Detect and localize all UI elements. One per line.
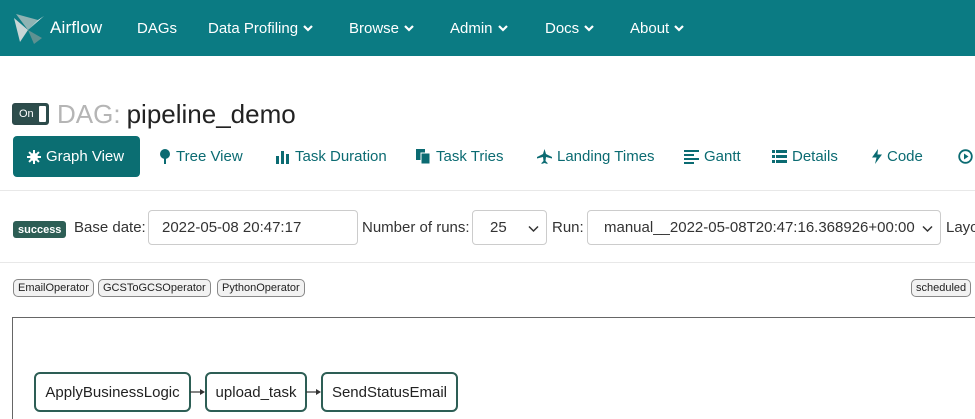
nav-dags-label: DAGs	[137, 19, 178, 37]
dag-title: On DAG: pipeline_demo	[12, 94, 296, 134]
dag-id: pipeline_demo	[126, 98, 296, 129]
tab-task-tries[interactable]: Task Tries	[416, 136, 504, 177]
dag-pause-toggle[interactable]: On	[12, 103, 49, 125]
nav-admin[interactable]: Admin	[450, 0, 508, 56]
brand-link[interactable]: Airflow	[8, 6, 102, 50]
task-node-apply-business-logic[interactable]: ApplyBusinessLogic	[34, 372, 191, 412]
list-icon	[772, 149, 787, 163]
tab-tree-view-label: Tree View	[176, 148, 243, 165]
tab-code[interactable]: Code	[872, 136, 923, 177]
tab-refresh[interactable]	[958, 136, 975, 177]
brand-name: Airflow	[50, 18, 103, 37]
operator-legend-email: EmailOperator	[13, 279, 94, 297]
number-of-runs-select[interactable]: 25	[472, 210, 547, 245]
chevron-down-icon	[584, 25, 594, 32]
tab-tree-view[interactable]: Tree View	[159, 136, 243, 177]
task-node-label: upload_task	[215, 383, 297, 401]
edge-arrow-2	[306, 389, 321, 395]
tab-gantt-label: Gantt	[704, 148, 741, 165]
duplicate-icon	[416, 149, 431, 164]
play-circle-icon	[958, 149, 973, 164]
dag-prefix: DAG:	[57, 98, 121, 129]
tab-task-tries-label: Task Tries	[436, 148, 504, 165]
status-badge: success	[13, 221, 67, 238]
nav-about[interactable]: About	[630, 0, 684, 56]
nav-data-profiling-label: Data Profiling	[208, 19, 299, 37]
nav-dags[interactable]: DAGs	[137, 0, 177, 56]
nav-data-profiling[interactable]: Data Profiling	[208, 0, 313, 56]
nav-browse[interactable]: Browse	[349, 0, 414, 56]
airflow-logo-icon	[14, 14, 44, 44]
toggle-knob	[39, 106, 46, 122]
tab-gantt[interactable]: Gantt	[684, 136, 741, 177]
asterisk-icon	[27, 149, 41, 164]
tab-details-label: Details	[792, 148, 838, 165]
form-divider	[0, 262, 975, 263]
base-date-input[interactable]: 2022-05-08 20:47:17	[148, 210, 358, 245]
task-node-label: SendStatusEmail	[331, 383, 448, 401]
tab-task-duration[interactable]: Task Duration	[276, 136, 387, 177]
nav-admin-label: Admin	[450, 19, 493, 37]
task-node-upload-task[interactable]: upload_task	[205, 372, 307, 412]
run-label: Run:	[552, 219, 584, 236]
task-node-label: ApplyBusinessLogic	[45, 383, 180, 401]
chevron-down-icon	[404, 25, 414, 32]
nav-about-label: About	[630, 19, 670, 37]
number-of-runs-value: 25	[490, 219, 507, 236]
run-value: manual__2022-05-08T20:47:16.368926+00:00	[604, 219, 915, 236]
tabs-divider	[0, 190, 975, 191]
toggle-label: On	[19, 108, 34, 120]
plane-icon	[537, 149, 552, 164]
chevron-down-icon	[922, 225, 933, 233]
tab-graph-view[interactable]: Graph View	[13, 136, 140, 177]
run-select[interactable]: manual__2022-05-08T20:47:16.368926+00:00	[587, 210, 941, 245]
operator-legend-gcs: GCSToGCSOperator	[98, 279, 211, 297]
base-date-value: 2022-05-08 20:47:17	[162, 219, 302, 236]
tab-details[interactable]: Details	[772, 136, 838, 177]
chevron-down-icon	[674, 25, 684, 32]
align-left-icon	[684, 149, 699, 164]
tree-icon	[160, 149, 170, 164]
nav-docs[interactable]: Docs	[545, 0, 594, 56]
tab-task-duration-label: Task Duration	[295, 148, 387, 165]
chevron-down-icon	[303, 25, 313, 32]
lightning-icon	[872, 149, 882, 164]
tab-landing-times-label: Landing Times	[557, 148, 655, 165]
tab-graph-view-label: Graph View	[46, 148, 125, 165]
edge-arrow-1	[190, 389, 205, 395]
layout-label: Layo	[946, 219, 975, 236]
tab-landing-times[interactable]: Landing Times	[537, 136, 655, 177]
bar-chart-icon	[276, 150, 289, 164]
nav-docs-label: Docs	[545, 19, 580, 37]
chevron-down-icon	[497, 25, 508, 32]
operator-legend-python: PythonOperator	[217, 279, 305, 297]
number-of-runs-label: Number of runs:	[362, 219, 470, 236]
top-navbar: Airflow DAGs Data Profiling Browse Admin…	[0, 0, 975, 56]
chevron-down-icon	[528, 225, 539, 233]
state-legend-scheduled: scheduled	[911, 279, 972, 297]
tab-code-label: Code	[887, 148, 923, 165]
base-date-label: Base date:	[74, 219, 146, 236]
nav-browse-label: Browse	[349, 19, 400, 37]
task-node-send-status-email[interactable]: SendStatusEmail	[321, 372, 458, 412]
